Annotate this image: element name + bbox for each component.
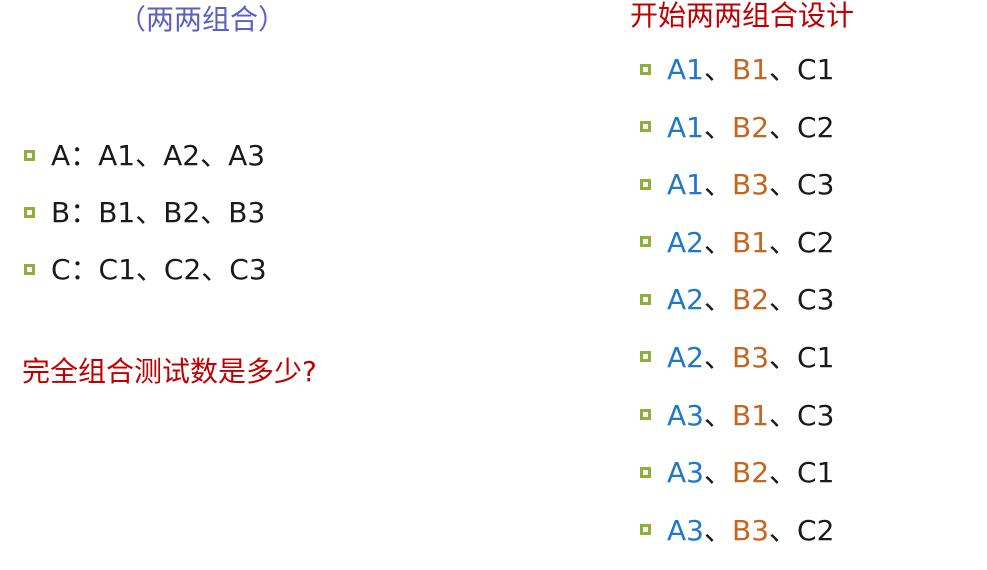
combo-b-value: B3 bbox=[731, 340, 770, 374]
square-bullet-icon bbox=[640, 409, 651, 421]
square-bullet-icon bbox=[640, 351, 651, 363]
combo-b-value: B1 bbox=[731, 225, 770, 259]
square-bullet-icon bbox=[640, 178, 651, 190]
combination-list: A1、B1、C1 A1、B2、C2 A1、B3、C3 A2、B1、C2 A2、B… bbox=[640, 50, 834, 568]
factor-item-c: C：C1、C2、C3 bbox=[24, 250, 267, 307]
combo-b-value: B1 bbox=[731, 53, 770, 86]
separator: 、 bbox=[703, 168, 732, 202]
separator: 、 bbox=[703, 340, 732, 374]
separator: 、 bbox=[769, 110, 798, 144]
square-bullet-icon bbox=[24, 263, 35, 275]
combination-item: A1、B2、C2 bbox=[640, 108, 834, 166]
combo-a-value: A2 bbox=[667, 340, 704, 374]
square-bullet-icon bbox=[640, 63, 651, 75]
combo-c-value: C1 bbox=[797, 456, 835, 490]
left-title: （两两组合） bbox=[118, 3, 287, 36]
separator: 、 bbox=[703, 283, 732, 317]
separator: 、 bbox=[703, 110, 732, 144]
right-title: 开始两两组合设计 bbox=[630, 0, 855, 32]
separator: 、 bbox=[769, 340, 798, 374]
combo-b-value: B2 bbox=[731, 456, 770, 490]
combo-c-value: C1 bbox=[797, 340, 835, 374]
combo-a-value: A2 bbox=[667, 225, 704, 259]
combo-a-value: A3 bbox=[667, 398, 704, 432]
combination-item: A3、B2、C1 bbox=[640, 453, 834, 511]
combo-b-value: B3 bbox=[731, 168, 770, 202]
factor-text: B：B1、B2、B3 bbox=[51, 196, 266, 229]
factor-list: A：A1、A2、A3 B：B1、B2、B3 C：C1、C2、C3 bbox=[24, 136, 267, 307]
combo-a-value: A3 bbox=[667, 513, 704, 547]
combination-item: A3、B3、C2 bbox=[640, 511, 834, 569]
square-bullet-icon bbox=[640, 236, 651, 248]
combo-a-value: A1 bbox=[667, 168, 704, 202]
combo-b-value: B3 bbox=[731, 513, 770, 547]
combination-item: A2、B1、C2 bbox=[640, 223, 834, 281]
separator: 、 bbox=[703, 53, 732, 86]
factor-text: A：A1、A2、A3 bbox=[51, 139, 266, 172]
square-bullet-icon bbox=[640, 293, 651, 305]
combo-a-value: A3 bbox=[667, 456, 704, 490]
separator: 、 bbox=[703, 225, 732, 259]
combo-b-value: B2 bbox=[731, 110, 770, 144]
combo-c-value: C3 bbox=[797, 168, 835, 202]
square-bullet-icon bbox=[24, 206, 35, 218]
combo-c-value: C2 bbox=[797, 225, 835, 259]
separator: 、 bbox=[769, 225, 798, 259]
combination-item: A1、B1、C1 bbox=[640, 50, 834, 108]
slide: （两两组合） 开始两两组合设计 A：A1、A2、A3 B：B1、B2、B3 C：… bbox=[0, 0, 987, 570]
question-text: 完全组合测试数是多少? bbox=[22, 355, 317, 388]
separator: 、 bbox=[703, 456, 732, 490]
separator: 、 bbox=[703, 398, 732, 432]
combo-b-value: B1 bbox=[731, 398, 770, 432]
combo-c-value: C3 bbox=[797, 398, 835, 432]
combination-item: A2、B2、C3 bbox=[640, 280, 834, 338]
factor-text: C：C1、C2、C3 bbox=[51, 253, 267, 286]
combo-a-value: A2 bbox=[667, 283, 704, 317]
separator: 、 bbox=[769, 456, 798, 490]
combo-b-value: B2 bbox=[731, 283, 770, 317]
factor-item-b: B：B1、B2、B3 bbox=[24, 193, 267, 250]
combo-c-value: C2 bbox=[797, 513, 835, 547]
square-bullet-icon bbox=[24, 149, 35, 161]
combination-item: A1、B3、C3 bbox=[640, 165, 834, 223]
combo-c-value: C2 bbox=[797, 110, 835, 144]
combo-c-value: C3 bbox=[797, 283, 835, 317]
combination-item: A2、B3、C1 bbox=[640, 338, 834, 396]
combo-c-value: C1 bbox=[797, 53, 835, 86]
separator: 、 bbox=[703, 513, 732, 547]
square-bullet-icon bbox=[640, 524, 651, 536]
combination-item: A3、B1、C3 bbox=[640, 396, 834, 454]
separator: 、 bbox=[769, 283, 798, 317]
separator: 、 bbox=[769, 168, 798, 202]
square-bullet-icon bbox=[640, 466, 651, 478]
combo-a-value: A1 bbox=[667, 110, 704, 144]
combo-a-value: A1 bbox=[667, 53, 704, 86]
separator: 、 bbox=[769, 513, 798, 547]
square-bullet-icon bbox=[640, 121, 651, 133]
separator: 、 bbox=[769, 53, 798, 86]
separator: 、 bbox=[769, 398, 798, 432]
factor-item-a: A：A1、A2、A3 bbox=[24, 136, 267, 193]
